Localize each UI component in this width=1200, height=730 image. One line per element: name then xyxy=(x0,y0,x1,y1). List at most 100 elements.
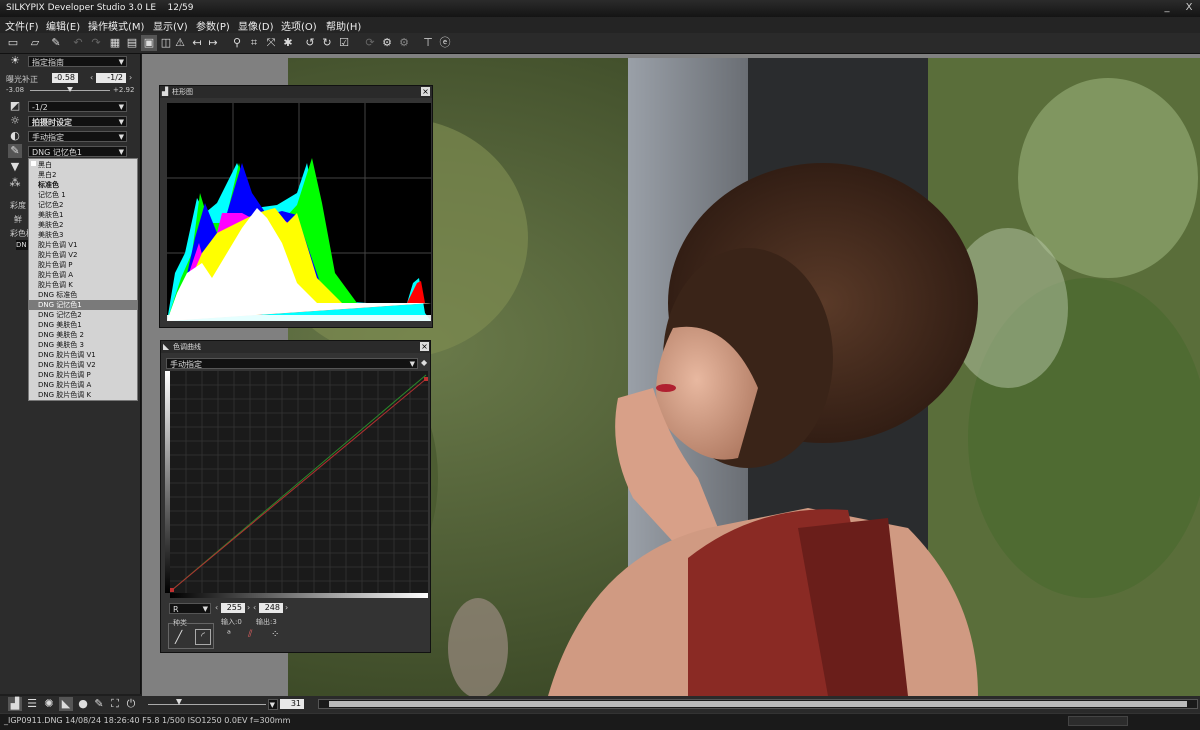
points-icon[interactable]: ⁘ xyxy=(271,629,279,640)
list-toggle-icon[interactable]: ☰ xyxy=(25,697,39,711)
input-dec-icon[interactable]: ‹ xyxy=(215,603,218,612)
curve-tool-icon[interactable]: ᵃ xyxy=(227,629,231,640)
refresh-icon[interactable]: ⟳ xyxy=(362,35,378,51)
close-button[interactable]: X xyxy=(1180,2,1198,14)
dropdown-item[interactable]: 记忆色 1 xyxy=(29,190,137,200)
pen-toggle-icon[interactable]: ✎ xyxy=(92,697,106,711)
menu-file[interactable]: 文件(F) xyxy=(5,18,39,33)
open-folder-icon[interactable]: ▭ xyxy=(5,35,21,51)
tonecurve-pin-icon[interactable]: ◆ xyxy=(421,358,427,367)
batch-icon[interactable]: ⚙ xyxy=(396,35,412,51)
input-inc-icon[interactable]: › xyxy=(247,603,250,612)
horizontal-scrollbar[interactable] xyxy=(318,699,1198,709)
brush-icon[interactable]: ✎ xyxy=(48,35,64,51)
fullscreen-icon[interactable]: ⛶ xyxy=(108,697,122,711)
dropdown-item[interactable]: DNG 胶片色调 V1 xyxy=(29,350,137,360)
info-icon[interactable]: ⓔ xyxy=(437,35,453,51)
input-max-field[interactable]: 255 xyxy=(221,603,245,613)
auto-curve-icon[interactable]: ⫽ xyxy=(248,629,252,640)
menu-params[interactable]: 参数(P) xyxy=(196,18,230,33)
dropdown-item[interactable]: 胶片色调 V1 xyxy=(29,240,137,250)
curve-toggle-icon[interactable]: ◣ xyxy=(59,697,73,711)
channel-combo[interactable]: R ▼ xyxy=(169,603,211,614)
linear-curve-icon[interactable]: ╱ xyxy=(175,630,182,644)
dropdown-item[interactable]: DNG 美肤色 2 xyxy=(29,330,137,340)
check-icon[interactable]: ☑ xyxy=(336,35,352,51)
exposure-step-field[interactable]: -1/2 xyxy=(96,73,126,83)
output-inc-icon[interactable]: › xyxy=(285,603,288,612)
spot-icon[interactable]: ✱ xyxy=(280,35,296,51)
exposure-slider-thumb[interactable] xyxy=(67,87,73,92)
tonecurve-mode-combo[interactable]: 手动指定 ▼ xyxy=(166,358,418,369)
dropdown-item[interactable]: 胶片色调 K xyxy=(29,280,137,290)
rotate-right-icon[interactable]: ↻ xyxy=(319,35,335,51)
warning-icon[interactable]: ⚠ xyxy=(172,35,188,51)
dropdown-item[interactable]: 胶片色调 P xyxy=(29,260,137,270)
menu-view[interactable]: 显示(V) xyxy=(153,18,188,33)
redo-icon[interactable]: ↷ xyxy=(88,35,104,51)
nodes-icon[interactable]: ⁂ xyxy=(8,176,22,190)
power-icon[interactable]: ⏻ xyxy=(124,697,138,711)
dropdown-item[interactable]: DNG 标准色 xyxy=(29,290,137,300)
color-mode-dropdown[interactable]: 黑白 黑白2 标准色 记忆色 1 记忆色2 美肤色1 美肤色2 美肤色3 胶片色调 V1 胶片色调… xyxy=(28,158,138,401)
menu-help[interactable]: 帮助(H) xyxy=(326,18,361,33)
develop-icon[interactable]: ⚙ xyxy=(379,35,395,51)
filmstrip-icon[interactable]: ▤ xyxy=(124,35,140,51)
dropdown-item[interactable]: DNG 胶片色调 P xyxy=(29,370,137,380)
contrast-icon[interactable]: ◩ xyxy=(8,99,22,113)
dropdown-item[interactable]: 胶片色调 V2 xyxy=(29,250,137,260)
color-combo[interactable]: DNG 记忆色1 ▼ xyxy=(28,146,127,157)
folder-icon[interactable]: ▱ xyxy=(27,35,43,51)
tonecurve-graph[interactable] xyxy=(170,371,428,593)
minimize-button[interactable]: _ xyxy=(1158,2,1176,14)
scrollbar-thumb[interactable] xyxy=(329,701,1187,707)
dropdown-item[interactable]: 黑白 xyxy=(29,160,137,170)
wb-combo[interactable]: 拍摄时设定 ▼ xyxy=(28,116,127,127)
preset-combo[interactable]: 指定指南 ▼ xyxy=(28,56,127,67)
settings-toggle-icon[interactable]: ✺ xyxy=(42,697,56,711)
tone-icon[interactable]: ◐ xyxy=(8,129,22,143)
zoom-value-field[interactable]: 31 xyxy=(280,699,304,709)
prev-icon[interactable]: ↤ xyxy=(189,35,205,51)
dropdown-item[interactable]: 记忆色2 xyxy=(29,200,137,210)
histogram-close-button[interactable]: × xyxy=(421,87,430,96)
output-max-field[interactable]: 248 xyxy=(259,603,283,613)
menu-edit[interactable]: 编辑(E) xyxy=(46,18,80,33)
dropdown-item[interactable]: DNG 胶片色调 K xyxy=(29,390,137,400)
zoom-slider-thumb[interactable] xyxy=(176,699,182,705)
rotate-left-icon[interactable]: ↺ xyxy=(302,35,318,51)
dropdown-item[interactable]: DNG 美肤色1 xyxy=(29,320,137,330)
tonecurve-close-button[interactable]: × xyxy=(420,342,429,351)
zoom-icon[interactable]: ⚲ xyxy=(229,35,245,51)
output-dec-icon[interactable]: ‹ xyxy=(253,603,256,612)
grid-view-icon[interactable]: ▦ xyxy=(107,35,123,51)
dropdown-item[interactable]: 美肤色2 xyxy=(29,220,137,230)
dropdown-item[interactable]: DNG 美肤色 3 xyxy=(29,340,137,350)
zoom-mode-combo[interactable]: ▼ xyxy=(268,699,278,710)
wb-icon[interactable]: ☼ xyxy=(8,114,22,128)
dropdown-item[interactable]: DNG 记忆色1 xyxy=(29,300,137,310)
crop-icon[interactable]: ⌗ xyxy=(246,35,262,51)
exposure-dec-icon[interactable]: ‹ xyxy=(90,73,93,82)
exposure-value-field[interactable]: -0.58 xyxy=(52,73,78,83)
menu-options[interactable]: 选项(O) xyxy=(281,18,317,33)
tool-icon[interactable]: ⊤ xyxy=(420,35,436,51)
tone-combo[interactable]: 手动指定 ▼ xyxy=(28,131,127,142)
contrast-combo[interactable]: -1/2 ▼ xyxy=(28,101,127,112)
sharpness-icon[interactable]: ▼ xyxy=(8,160,22,174)
next-icon[interactable]: ↦ xyxy=(205,35,221,51)
dropdown-item[interactable]: 标准色 xyxy=(29,180,137,190)
menu-develop[interactable]: 显像(D) xyxy=(238,18,274,33)
dropdown-item[interactable]: 美肤色3 xyxy=(29,230,137,240)
color-pen-icon[interactable]: ✎ xyxy=(8,144,22,158)
dropdown-item[interactable]: DNG 记忆色2 xyxy=(29,310,137,320)
single-view-icon[interactable]: ▣ xyxy=(141,35,157,51)
dropdown-item[interactable]: DNG 胶片色调 A xyxy=(29,380,137,390)
dropdown-item[interactable]: 胶片色调 A xyxy=(29,270,137,280)
histogram-toggle-icon[interactable]: ▟ xyxy=(8,697,22,711)
pick-icon[interactable]: ⤧ xyxy=(263,35,279,51)
zoom-slider-track[interactable] xyxy=(148,704,266,705)
undo-icon[interactable]: ↶ xyxy=(70,35,86,51)
sphere-icon[interactable]: ● xyxy=(76,697,90,711)
dropdown-item[interactable]: DNG 胶片色调 V2 xyxy=(29,360,137,370)
